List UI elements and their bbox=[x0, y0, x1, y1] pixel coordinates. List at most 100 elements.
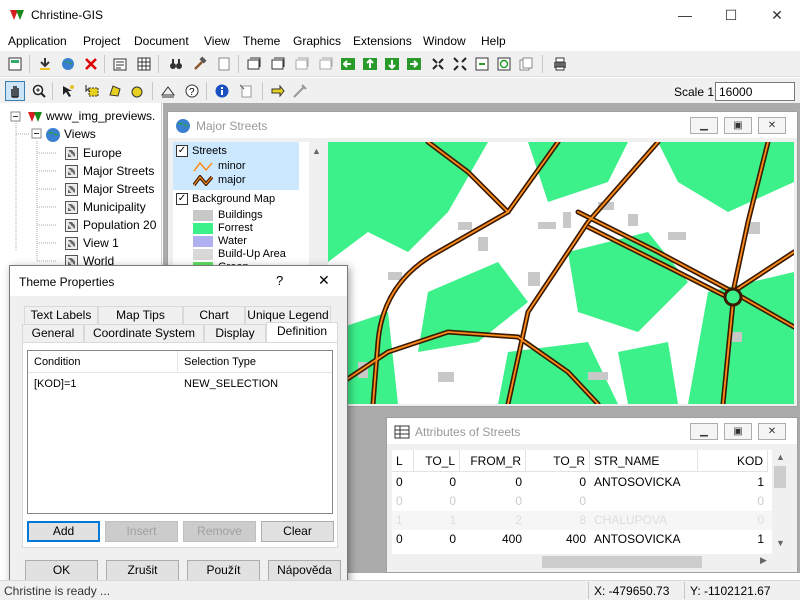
col-header-from-r[interactable]: FROM_R bbox=[460, 450, 526, 472]
tree-root[interactable]: www_img_previews. bbox=[27, 109, 155, 123]
scrollbar-thumb[interactable] bbox=[774, 466, 786, 488]
legend-background[interactable]: ✓ Background Map bbox=[176, 193, 275, 206]
globe-icon[interactable] bbox=[58, 54, 78, 74]
hammer-icon[interactable] bbox=[190, 54, 210, 74]
col-header-to-r[interactable]: TO_R bbox=[526, 450, 590, 472]
zoom-in-full-icon[interactable] bbox=[428, 54, 448, 74]
hotlink-icon[interactable] bbox=[236, 81, 256, 101]
menu-extensions[interactable]: Extensions bbox=[353, 34, 412, 48]
tab-chart[interactable]: Chart bbox=[183, 306, 245, 325]
col-header-str-name[interactable]: STR_NAME bbox=[590, 450, 698, 472]
tab-coordinate-system[interactable]: Coordinate System bbox=[84, 324, 204, 343]
measure-icon[interactable] bbox=[158, 81, 178, 101]
tree-item-major-streets-2[interactable]: Major Streets bbox=[65, 182, 154, 197]
attr-minimize-button[interactable]: ▁ bbox=[690, 423, 718, 440]
menu-document[interactable]: Document bbox=[134, 34, 189, 48]
binoculars-icon[interactable] bbox=[166, 54, 186, 74]
col-header-l[interactable]: L bbox=[392, 450, 414, 472]
dialog-help-button[interactable]: ? bbox=[276, 273, 283, 288]
cancel-button[interactable]: Zrušit bbox=[106, 560, 179, 581]
tab-display[interactable]: Display bbox=[204, 324, 266, 343]
tree-item-population[interactable]: Population 20 bbox=[65, 218, 156, 233]
col-header-kod[interactable]: KOD bbox=[698, 450, 768, 472]
layout-icon-2[interactable] bbox=[268, 54, 288, 74]
refresh-icon[interactable] bbox=[494, 54, 514, 74]
pan-hand-icon[interactable] bbox=[5, 81, 25, 101]
menu-view[interactable]: View bbox=[204, 34, 230, 48]
zoom-in-icon[interactable] bbox=[29, 81, 49, 101]
copy-icon[interactable] bbox=[516, 54, 536, 74]
apply-button[interactable]: Použít bbox=[187, 560, 260, 581]
print-icon[interactable] bbox=[550, 54, 570, 74]
help-button[interactable]: Nápověda bbox=[268, 560, 341, 581]
page-icon[interactable] bbox=[214, 54, 234, 74]
ok-button[interactable]: OK bbox=[25, 560, 98, 581]
close-button[interactable]: ✕ bbox=[754, 0, 800, 31]
attr-vertical-scrollbar[interactable]: ▲ ▼ bbox=[772, 450, 789, 554]
menu-help[interactable]: Help bbox=[481, 34, 506, 48]
remove-button[interactable]: Remove bbox=[183, 521, 256, 542]
move-left-icon[interactable] bbox=[338, 54, 358, 74]
select-icon[interactable] bbox=[58, 81, 78, 101]
attribute-grid[interactable]: L TO_L FROM_R TO_R STR_NAME KOD 0 0 0 0 … bbox=[392, 450, 772, 554]
menu-project[interactable]: Project bbox=[83, 34, 120, 48]
col-header-to-l[interactable]: TO_L bbox=[414, 450, 460, 472]
add-theme-icon[interactable] bbox=[35, 54, 55, 74]
select-circle-icon[interactable] bbox=[126, 81, 146, 101]
table-row[interactable]: 0 0 0 0 0 bbox=[392, 492, 772, 511]
menu-graphics[interactable]: Graphics bbox=[293, 34, 341, 48]
map-restore-button[interactable]: ▣ bbox=[724, 117, 752, 134]
map-canvas[interactable] bbox=[328, 142, 794, 404]
zoom-previous-icon[interactable] bbox=[472, 54, 492, 74]
table-icon[interactable] bbox=[134, 54, 154, 74]
tab-general[interactable]: General bbox=[22, 324, 84, 343]
col-header-condition[interactable]: Condition bbox=[28, 351, 178, 373]
hscroll-thumb[interactable] bbox=[542, 556, 702, 568]
background-checkbox[interactable]: ✓ bbox=[176, 193, 188, 206]
clear-button[interactable]: Clear bbox=[261, 521, 334, 542]
select-polygon-icon[interactable] bbox=[104, 81, 124, 101]
tree-item-municipality[interactable]: Municipality bbox=[65, 200, 146, 215]
info-icon[interactable] bbox=[212, 81, 232, 101]
menu-theme[interactable]: Theme bbox=[243, 34, 280, 48]
attr-close-button[interactable]: ✕ bbox=[758, 423, 786, 440]
delete-icon[interactable] bbox=[81, 54, 101, 74]
attr-restore-button[interactable]: ▣ bbox=[724, 423, 752, 440]
table-row[interactable]: 1 1 2 8 CHALUPOVA 0 bbox=[392, 511, 772, 530]
label-icon[interactable]: ? bbox=[182, 81, 202, 101]
legend-streets[interactable]: ✓ Streets bbox=[176, 145, 227, 158]
list-item[interactable]: [KOD]=1 NEW_SELECTION bbox=[28, 375, 332, 393]
pointer-label-icon[interactable] bbox=[268, 81, 288, 101]
menu-application[interactable]: Application bbox=[8, 34, 67, 48]
tree-item-major-streets-1[interactable]: Major Streets bbox=[65, 164, 154, 179]
move-up-icon[interactable] bbox=[360, 54, 380, 74]
tree-views[interactable]: Views bbox=[45, 127, 96, 143]
tab-definition[interactable]: Definition bbox=[266, 322, 338, 343]
table-row[interactable]: 0 0 0 0 ANTOSOVICKA 1 bbox=[392, 473, 772, 492]
add-button[interactable]: Add bbox=[27, 521, 100, 542]
insert-button[interactable]: Insert bbox=[105, 521, 178, 542]
condition-list[interactable]: Condition Selection Type [KOD]=1 NEW_SEL… bbox=[27, 350, 333, 514]
layout-icon-4[interactable] bbox=[316, 54, 336, 74]
layout-icon-1[interactable] bbox=[244, 54, 264, 74]
move-right-icon[interactable] bbox=[404, 54, 424, 74]
select-rect-icon[interactable] bbox=[82, 81, 102, 101]
tab-map-tips[interactable]: Map Tips bbox=[98, 306, 183, 325]
menu-window[interactable]: Window bbox=[423, 34, 466, 48]
zoom-out-full-icon[interactable] bbox=[450, 54, 470, 74]
edit-tool-icon[interactable] bbox=[290, 81, 310, 101]
attr-horizontal-scrollbar[interactable]: ▶ bbox=[392, 554, 772, 570]
col-header-selection-type[interactable]: Selection Type bbox=[178, 351, 332, 373]
streets-checkbox[interactable]: ✓ bbox=[176, 145, 188, 158]
properties-icon[interactable] bbox=[110, 54, 130, 74]
tree-item-view-1[interactable]: View 1 bbox=[65, 236, 119, 251]
move-down-icon[interactable] bbox=[382, 54, 402, 74]
layout-icon-3[interactable] bbox=[292, 54, 312, 74]
maximize-button[interactable]: ☐ bbox=[708, 0, 754, 31]
minimize-button[interactable]: — bbox=[662, 0, 708, 31]
map-minimize-button[interactable]: ▁ bbox=[690, 117, 718, 134]
new-project-icon[interactable] bbox=[5, 54, 25, 74]
dialog-close-button[interactable]: ✕ bbox=[318, 272, 330, 289]
map-close-button[interactable]: ✕ bbox=[758, 117, 786, 134]
tab-text-labels[interactable]: Text Labels bbox=[24, 306, 98, 325]
